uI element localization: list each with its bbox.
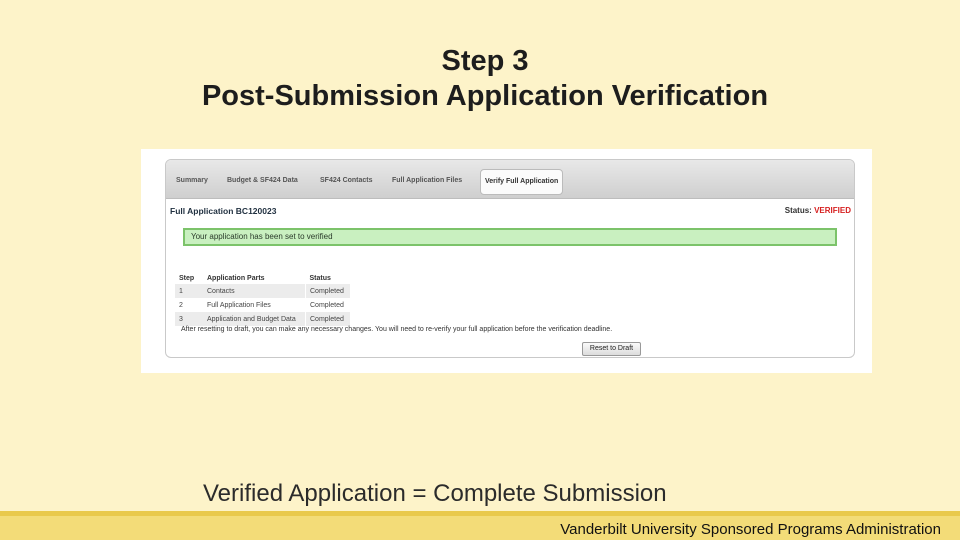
table-header-row: Step Application Parts Status <box>175 272 350 284</box>
verify-panel: Summary Budget & SF424 Data SF424 Contac… <box>165 159 855 358</box>
tab-full-application-files[interactable]: Full Application Files <box>392 170 462 192</box>
step-number: 2 <box>179 301 183 309</box>
tab-verify-full-application[interactable]: Verify Full Application <box>480 169 564 195</box>
step-number: 3 <box>175 312 203 326</box>
status-indicator: Status: VERIFIED <box>785 206 851 215</box>
slide-title: Step 3 Post-Submission Application Verif… <box>0 44 960 114</box>
application-part: Contacts <box>203 284 306 298</box>
part-status: Completed <box>305 284 350 298</box>
application-part: Application and Budget Data <box>203 312 306 326</box>
table-row: 2 Full Application Files Completed <box>175 298 350 312</box>
application-title: Full Application BC120023 <box>170 206 277 216</box>
slide-caption: Verified Application = Complete Submissi… <box>203 480 667 507</box>
header-status: Status <box>309 274 331 282</box>
reset-to-draft-button[interactable]: Reset to Draft <box>582 342 641 356</box>
table-row: 1 Contacts Completed <box>175 284 350 298</box>
tab-sf424-contacts[interactable]: SF424 Contacts <box>320 170 373 192</box>
application-part: Full Application Files <box>207 301 271 309</box>
steps-table: Step Application Parts Status 1 Contacts… <box>175 272 350 326</box>
header-application-parts: Application Parts <box>207 274 265 282</box>
step-number: 1 <box>175 284 203 298</box>
success-alert: Your application has been set to verifie… <box>183 228 837 246</box>
header-step: Step <box>179 274 195 282</box>
status-label: Status: <box>784 206 812 215</box>
status-badge: VERIFIED <box>814 206 851 215</box>
part-status: Completed <box>305 298 350 312</box>
application-screenshot: Summary Budget & SF424 Data SF424 Contac… <box>141 149 872 373</box>
tab-summary[interactable]: Summary <box>176 170 208 192</box>
part-status: Completed <box>305 312 350 326</box>
table-row: 3 Application and Budget Data Completed <box>175 312 350 326</box>
bottom-stripe <box>0 511 960 516</box>
slide-footer: Vanderbilt University Sponsored Programs… <box>560 521 941 538</box>
slide-title-line1: Step 3 <box>441 45 529 77</box>
reset-note: After resetting to draft, you can make a… <box>181 326 613 333</box>
tab-budget-sf424-data[interactable]: Budget & SF424 Data <box>227 170 298 192</box>
tab-bar: Summary Budget & SF424 Data SF424 Contac… <box>166 160 854 199</box>
slide-title-line2: Post-Submission Application Verification <box>201 80 769 112</box>
